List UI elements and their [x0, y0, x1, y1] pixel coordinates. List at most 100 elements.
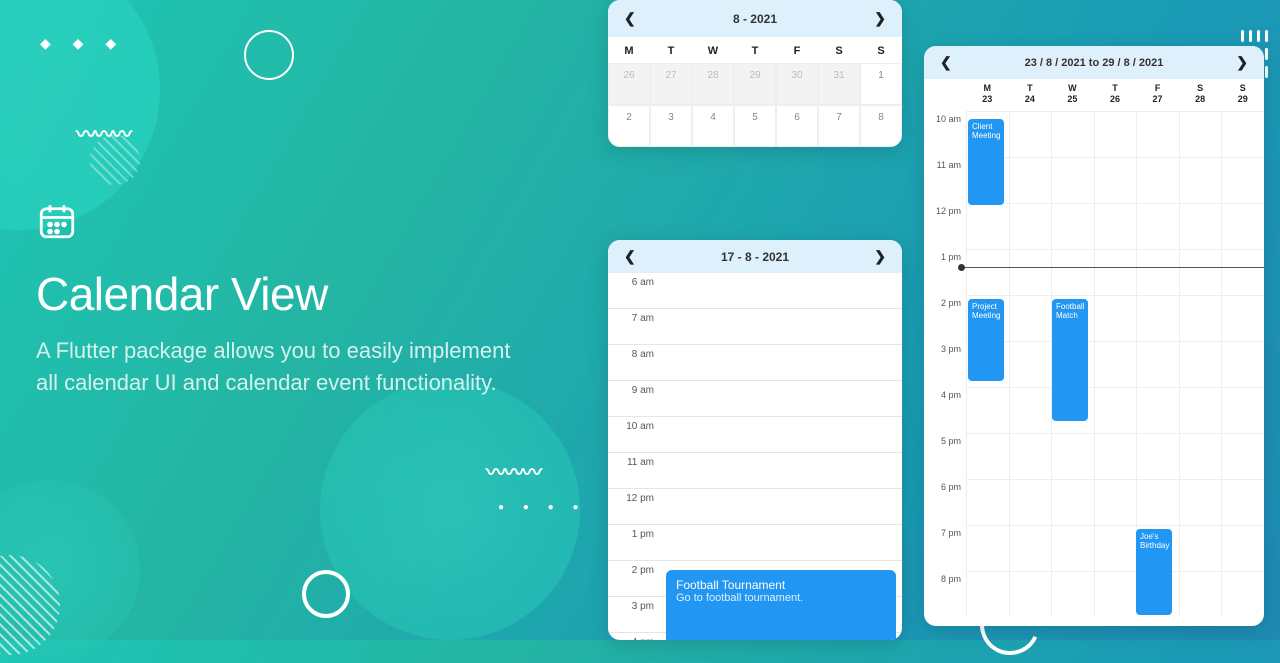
week-cell[interactable]	[966, 387, 1009, 433]
week-cell[interactable]	[1221, 387, 1264, 433]
week-cell[interactable]	[1136, 295, 1179, 341]
week-cell[interactable]	[1094, 387, 1137, 433]
month-day-cell[interactable]: 4	[692, 105, 734, 147]
week-cell[interactable]	[1051, 249, 1094, 295]
week-cell[interactable]	[966, 479, 1009, 525]
week-cell[interactable]	[1094, 203, 1137, 249]
week-cell[interactable]	[966, 571, 1009, 617]
month-day-cell[interactable]: 8	[860, 105, 902, 147]
month-day-cell[interactable]: 30	[776, 63, 818, 105]
week-cell[interactable]	[1051, 203, 1094, 249]
week-cell[interactable]	[1094, 479, 1137, 525]
week-cell[interactable]	[966, 525, 1009, 571]
week-cell[interactable]	[1136, 157, 1179, 203]
next-month-button[interactable]: ❯	[870, 8, 890, 29]
day-hour-row[interactable]: 11 am	[608, 453, 902, 489]
week-cell[interactable]	[1094, 571, 1137, 617]
next-day-button[interactable]: ❯	[870, 246, 890, 267]
week-cell[interactable]	[1179, 341, 1222, 387]
week-event[interactable]: Football Match	[1052, 299, 1088, 421]
week-cell[interactable]	[1179, 111, 1222, 157]
week-cell[interactable]	[1051, 111, 1094, 157]
week-event[interactable]: Client Meeting	[968, 119, 1004, 205]
week-cell[interactable]	[1179, 433, 1222, 479]
day-hour-row[interactable]: 10 am	[608, 417, 902, 453]
day-hour-slot[interactable]	[662, 453, 902, 488]
week-cell[interactable]	[1009, 479, 1052, 525]
week-cell[interactable]	[1179, 249, 1222, 295]
prev-day-button[interactable]: ❮	[620, 246, 640, 267]
week-cell[interactable]	[1051, 433, 1094, 479]
week-cell[interactable]	[1221, 571, 1264, 617]
prev-month-button[interactable]: ❮	[620, 8, 640, 29]
month-day-cell[interactable]: 6	[776, 105, 818, 147]
week-cell[interactable]	[1221, 203, 1264, 249]
week-cell[interactable]	[1136, 249, 1179, 295]
week-cell[interactable]	[1094, 295, 1137, 341]
week-cell[interactable]	[1094, 157, 1137, 203]
day-hour-row[interactable]: 6 am	[608, 273, 902, 309]
week-cell[interactable]	[1051, 157, 1094, 203]
week-cell[interactable]	[1009, 341, 1052, 387]
week-cell[interactable]	[1009, 525, 1052, 571]
month-day-cell[interactable]: 1	[860, 63, 902, 105]
week-cell[interactable]	[1009, 203, 1052, 249]
week-cell[interactable]	[1221, 341, 1264, 387]
week-cell[interactable]	[1179, 157, 1222, 203]
week-cell[interactable]	[1136, 479, 1179, 525]
week-cell[interactable]	[1094, 249, 1137, 295]
month-day-cell[interactable]: 31	[818, 63, 860, 105]
prev-week-button[interactable]: ❮	[936, 52, 956, 73]
week-cell[interactable]	[1094, 525, 1137, 571]
day-hour-row[interactable]: 9 am	[608, 381, 902, 417]
week-cell[interactable]	[1094, 111, 1137, 157]
week-event[interactable]: Joe's Birthday	[1136, 529, 1172, 615]
week-cell[interactable]	[1179, 479, 1222, 525]
week-cell[interactable]	[1009, 571, 1052, 617]
week-cell[interactable]	[1221, 525, 1264, 571]
week-cell[interactable]	[1221, 295, 1264, 341]
week-cell[interactable]	[1221, 479, 1264, 525]
week-cell[interactable]	[1179, 387, 1222, 433]
day-hour-slot[interactable]	[662, 417, 902, 452]
week-cell[interactable]	[1179, 571, 1222, 617]
day-hour-row[interactable]: 8 am	[608, 345, 902, 381]
week-cell[interactable]	[1179, 203, 1222, 249]
week-cell[interactable]	[1009, 249, 1052, 295]
week-cell[interactable]	[1009, 111, 1052, 157]
week-cell[interactable]	[1051, 479, 1094, 525]
day-hour-slot[interactable]	[662, 345, 902, 380]
day-hour-row[interactable]: 12 pm	[608, 489, 902, 525]
week-cell[interactable]	[966, 433, 1009, 479]
week-cell[interactable]	[1094, 341, 1137, 387]
week-cell[interactable]	[1009, 387, 1052, 433]
week-cell[interactable]	[1136, 341, 1179, 387]
week-cell[interactable]	[1136, 387, 1179, 433]
week-cell[interactable]	[1221, 433, 1264, 479]
week-cell[interactable]	[1094, 433, 1137, 479]
day-hour-slot[interactable]	[662, 489, 902, 524]
day-hour-slot[interactable]	[662, 525, 902, 560]
week-cell[interactable]	[1051, 525, 1094, 571]
week-cell[interactable]	[1009, 433, 1052, 479]
month-day-cell[interactable]: 3	[650, 105, 692, 147]
month-day-cell[interactable]: 28	[692, 63, 734, 105]
week-cell[interactable]	[1179, 295, 1222, 341]
week-cell[interactable]	[1051, 571, 1094, 617]
day-hour-row[interactable]: 1 pm	[608, 525, 902, 561]
week-cell[interactable]	[1221, 157, 1264, 203]
week-cell[interactable]	[1221, 249, 1264, 295]
month-day-cell[interactable]: 2	[608, 105, 650, 147]
week-cell[interactable]	[966, 203, 1009, 249]
month-day-cell[interactable]: 29	[734, 63, 776, 105]
day-hour-row[interactable]: 7 am	[608, 309, 902, 345]
day-hour-slot[interactable]	[662, 381, 902, 416]
month-day-cell[interactable]: 27	[650, 63, 692, 105]
week-event[interactable]: Project Meeting	[968, 299, 1004, 381]
week-cell[interactable]	[1009, 157, 1052, 203]
month-day-cell[interactable]: 26	[608, 63, 650, 105]
day-hour-slot[interactable]	[662, 309, 902, 344]
day-hour-slot[interactable]	[662, 273, 902, 308]
month-day-cell[interactable]: 7	[818, 105, 860, 147]
week-cell[interactable]	[1009, 295, 1052, 341]
